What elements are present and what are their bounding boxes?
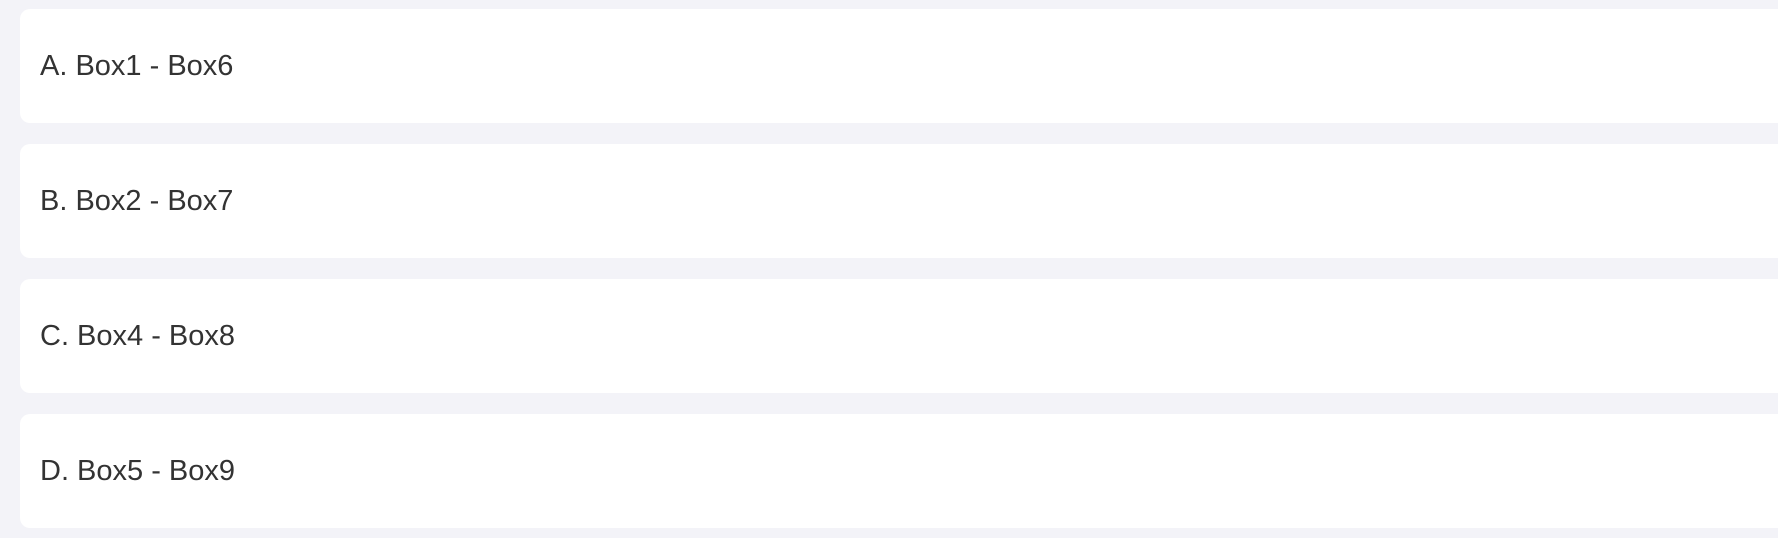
option-label: A. Box1 - Box6	[40, 49, 234, 82]
option-a[interactable]: A. Box1 - Box6	[20, 9, 1778, 123]
option-c[interactable]: C. Box4 - Box8	[20, 279, 1778, 393]
option-label: C. Box4 - Box8	[40, 319, 236, 352]
option-label: D. Box5 - Box9	[40, 454, 236, 487]
option-label: B. Box2 - Box7	[40, 184, 234, 217]
option-d[interactable]: D. Box5 - Box9	[20, 414, 1778, 528]
option-b[interactable]: B. Box2 - Box7	[20, 144, 1778, 258]
